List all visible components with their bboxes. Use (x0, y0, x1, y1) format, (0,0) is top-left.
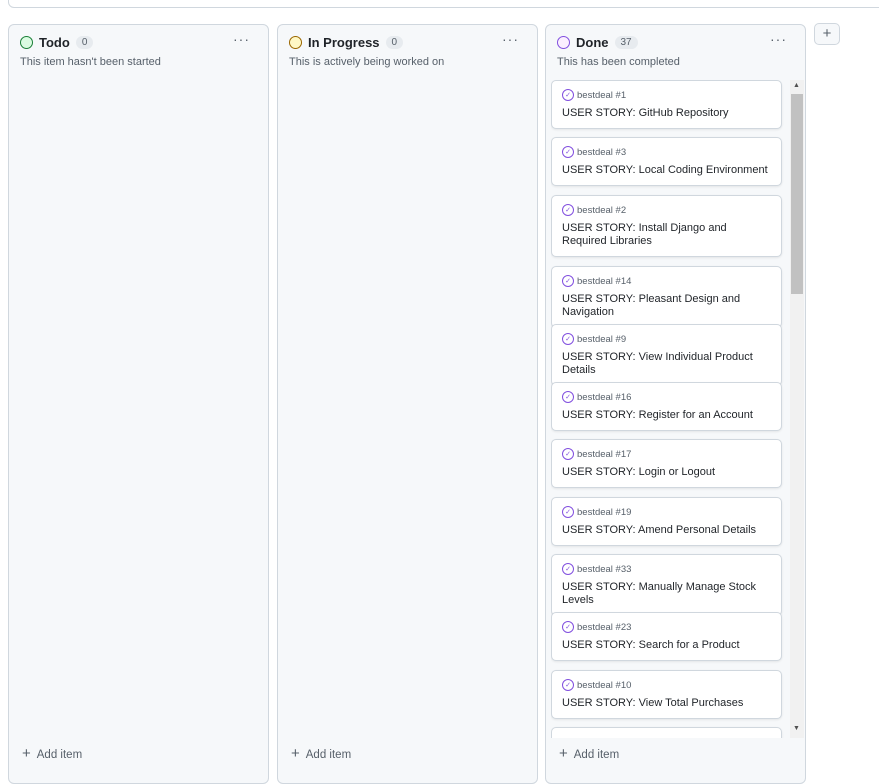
plus-icon: + (291, 745, 300, 762)
card[interactable] (551, 727, 782, 738)
card[interactable]: ✓ bestdeal #14 USER STORY: Pleasant Desig… (551, 266, 782, 328)
column-done: Done 37 ··· This has been completed ✓ bes… (545, 24, 806, 784)
column-title: In Progress (308, 35, 380, 50)
card-title[interactable]: USER STORY: View Total Purchases (562, 697, 771, 710)
card[interactable]: ✓ bestdeal #33 USER STORY: Manually Manag… (551, 554, 782, 616)
status-circle-icon (557, 36, 570, 49)
card-ref[interactable]: bestdeal #1 (577, 90, 626, 101)
item-count-badge: 0 (385, 36, 404, 49)
scroll-up-icon[interactable]: ▲ (793, 82, 800, 89)
card-title[interactable]: USER STORY: Register for an Account (562, 409, 771, 422)
card-title[interactable]: USER STORY: Login or Logout (562, 466, 771, 479)
card[interactable]: ✓ bestdeal #1 USER STORY: GitHub Reposito… (551, 80, 782, 129)
column-description: This is actively being worked on (289, 56, 445, 68)
closed-issue-icon: ✓ (562, 275, 574, 287)
card[interactable]: ✓ bestdeal #9 USER STORY: View Individual… (551, 324, 782, 386)
card-title[interactable]: USER STORY: Local Coding Environment (562, 164, 771, 177)
card[interactable]: ✓ bestdeal #23 USER STORY: Search for a P… (551, 612, 782, 661)
card-title[interactable]: USER STORY: Install Django and Required … (562, 222, 771, 248)
column-title: Todo (39, 35, 70, 50)
closed-issue-icon: ✓ (562, 333, 574, 345)
closed-issue-icon: ✓ (562, 146, 574, 158)
closed-issue-icon: ✓ (562, 391, 574, 403)
card-ref[interactable]: bestdeal #17 (577, 449, 631, 460)
closed-issue-icon: ✓ (562, 506, 574, 518)
card-title[interactable]: USER STORY: View Individual Product Deta… (562, 351, 771, 377)
scrollbar[interactable]: ▲ ▼ (790, 80, 804, 738)
status-circle-icon (20, 36, 33, 49)
item-count-badge: 0 (75, 36, 94, 49)
card-list (283, 80, 516, 738)
card-ref[interactable]: bestdeal #14 (577, 276, 631, 287)
card-ref[interactable]: bestdeal #10 (577, 680, 631, 691)
closed-issue-icon: ✓ (562, 679, 574, 691)
column-menu-icon[interactable]: ··· (770, 31, 787, 47)
card-ref[interactable]: bestdeal #2 (577, 205, 626, 216)
card-title[interactable]: USER STORY: Pleasant Design and Navigati… (562, 293, 771, 319)
add-item-button[interactable]: + Add item (22, 745, 82, 762)
add-item-button[interactable]: + Add item (559, 745, 619, 762)
card[interactable]: ✓ bestdeal #19 USER STORY: Amend Personal… (551, 497, 782, 546)
closed-issue-icon: ✓ (562, 621, 574, 633)
card-ref[interactable]: bestdeal #16 (577, 392, 631, 403)
card[interactable]: ✓ bestdeal #10 USER STORY: View Total Pur… (551, 670, 782, 719)
column-in-progress: In Progress 0 ··· This is actively being… (277, 24, 538, 784)
card[interactable]: ✓ bestdeal #2 USER STORY: Install Django … (551, 195, 782, 257)
closed-issue-icon: ✓ (562, 563, 574, 575)
card-ref[interactable]: bestdeal #23 (577, 622, 631, 633)
card-list: ✓ bestdeal #1 USER STORY: GitHub Reposito… (551, 80, 784, 738)
column-todo: Todo 0 ··· This item hasn't been started… (8, 24, 269, 784)
card[interactable]: ✓ bestdeal #16 USER STORY: Register for a… (551, 382, 782, 431)
search-input[interactable] (8, 0, 879, 8)
column-menu-icon[interactable]: ··· (233, 31, 250, 47)
closed-issue-icon: ✓ (562, 89, 574, 101)
plus-icon: + (559, 745, 568, 762)
card[interactable]: ✓ bestdeal #3 USER STORY: Local Coding En… (551, 137, 782, 186)
card-ref[interactable]: bestdeal #9 (577, 334, 626, 345)
card-title[interactable]: USER STORY: Manually Manage Stock Levels (562, 581, 771, 607)
card[interactable]: ✓ bestdeal #17 USER STORY: Login or Logou… (551, 439, 782, 488)
card-list (14, 80, 247, 738)
item-count-badge: 37 (614, 36, 638, 49)
card-ref[interactable]: bestdeal #33 (577, 564, 631, 575)
card-title[interactable]: USER STORY: GitHub Repository (562, 107, 771, 120)
card-ref[interactable]: bestdeal #3 (577, 147, 626, 158)
scrollbar-thumb[interactable] (791, 94, 803, 294)
add-item-button[interactable]: + Add item (291, 745, 351, 762)
column-description: This has been completed (557, 56, 680, 68)
status-circle-icon (289, 36, 302, 49)
closed-issue-icon: ✓ (562, 204, 574, 216)
add-column-button[interactable]: + (814, 23, 840, 45)
column-description: This item hasn't been started (20, 56, 161, 68)
card-title[interactable]: USER STORY: Amend Personal Details (562, 524, 771, 537)
closed-issue-icon: ✓ (562, 448, 574, 460)
card-ref[interactable]: bestdeal #19 (577, 507, 631, 518)
scroll-down-icon[interactable]: ▼ (793, 725, 800, 732)
plus-icon: + (22, 745, 31, 762)
column-menu-icon[interactable]: ··· (502, 31, 519, 47)
card-title[interactable]: USER STORY: Search for a Product (562, 639, 771, 652)
column-title: Done (576, 35, 609, 50)
